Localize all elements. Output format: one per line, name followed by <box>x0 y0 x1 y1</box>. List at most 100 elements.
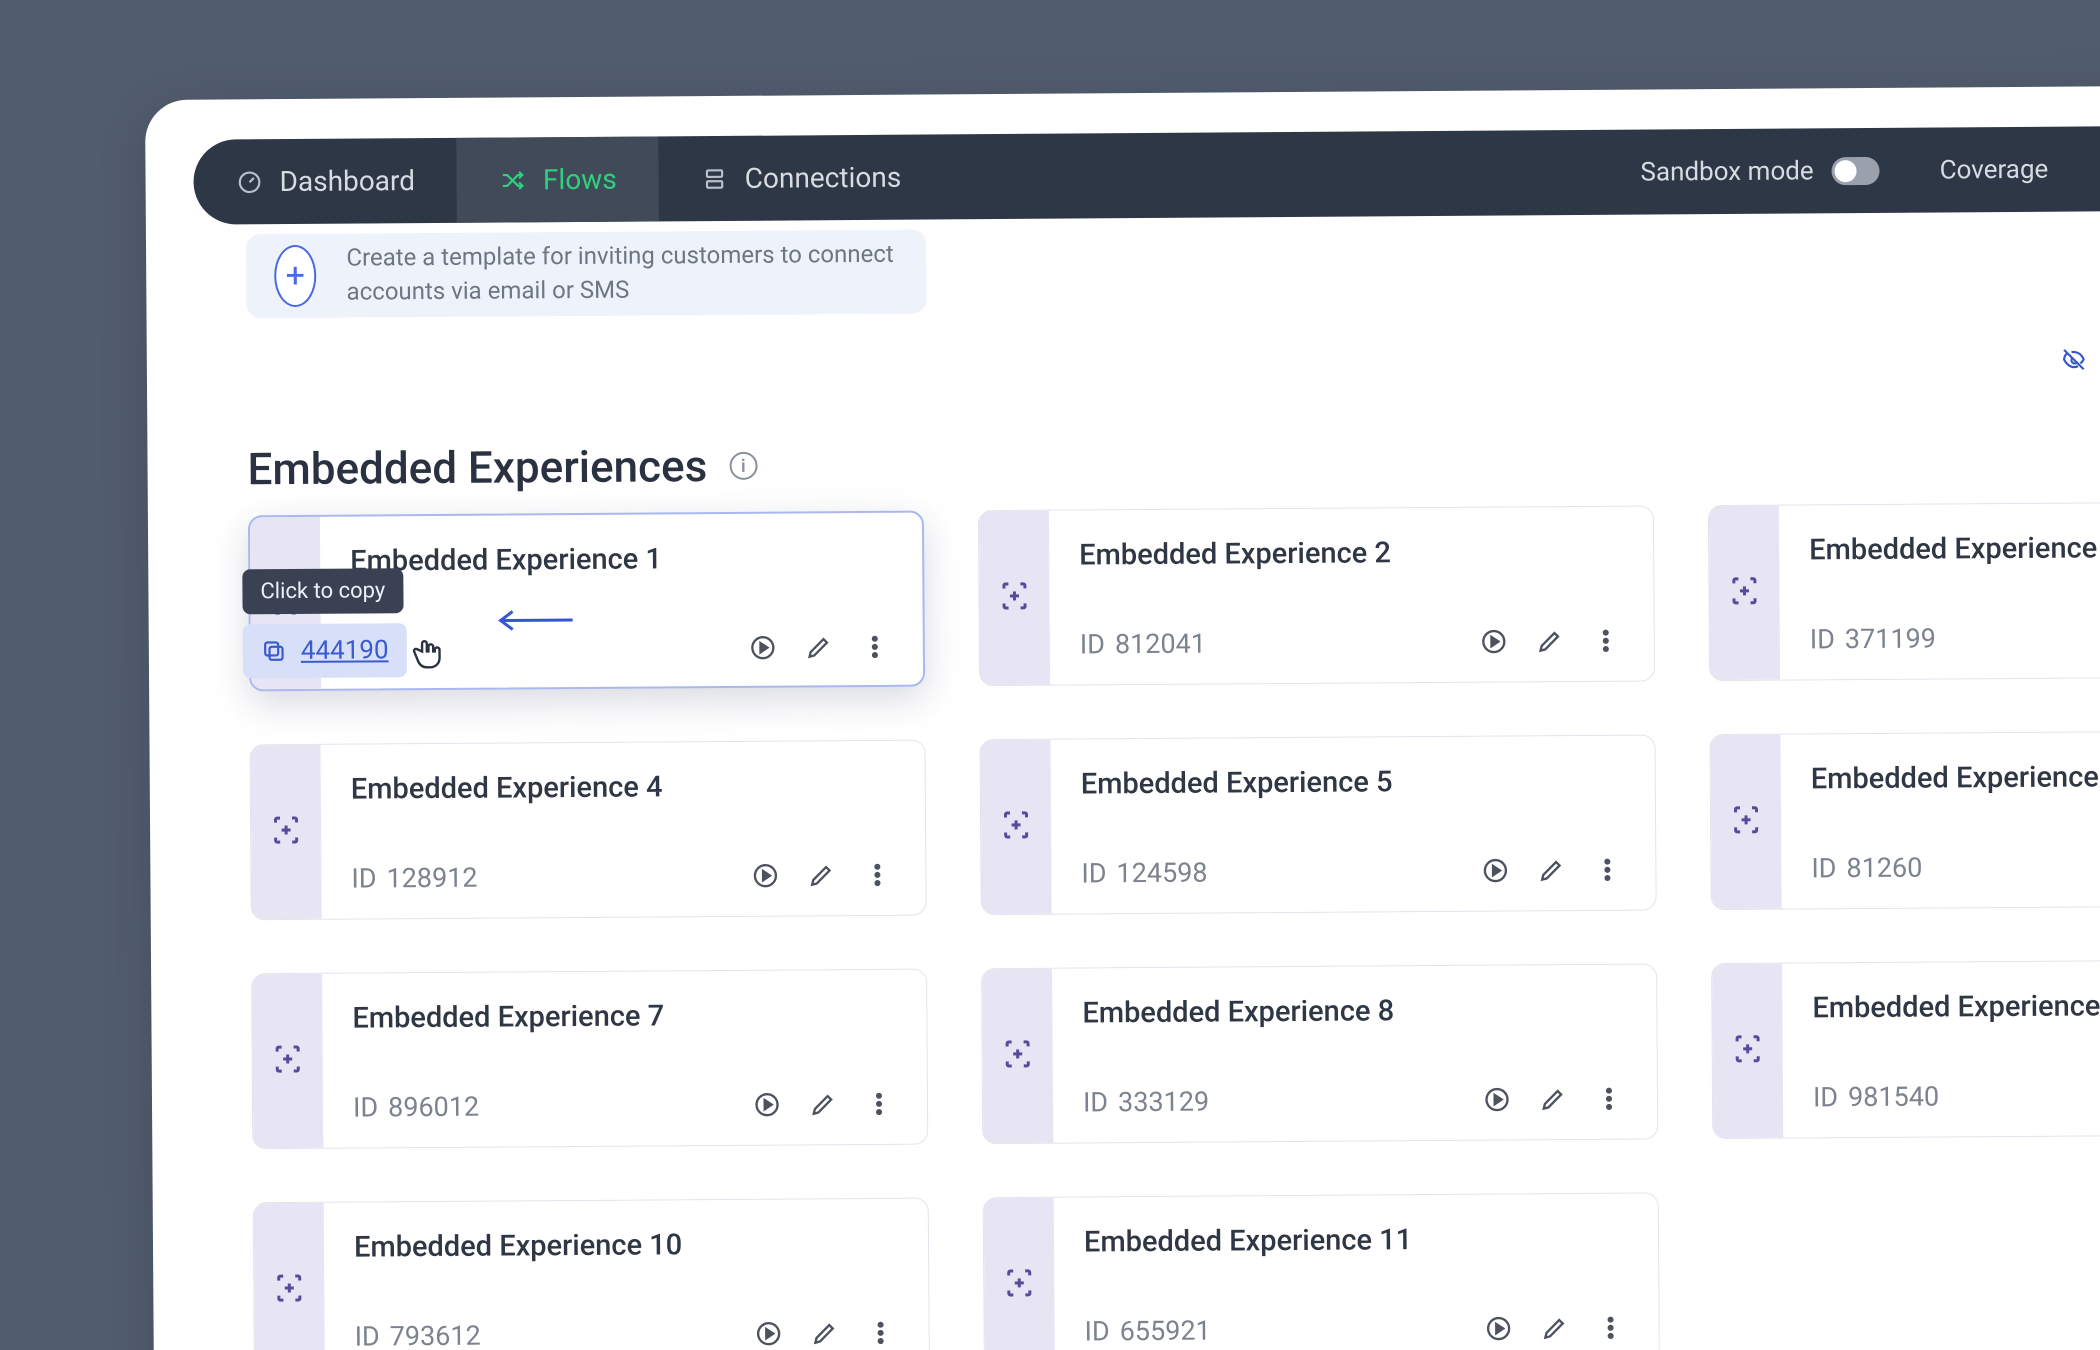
card-bottom: ID 793612 <box>355 1317 899 1350</box>
card-icon-strip <box>1712 964 1783 1138</box>
play-button[interactable] <box>1481 856 1509 884</box>
card-body: Embedded Experience 10 ID 793612 <box>324 1199 929 1350</box>
card-icon-strip <box>979 511 1050 685</box>
experience-card[interactable]: Embedded Experience 8 ID 333129 <box>981 963 1658 1144</box>
play-button[interactable] <box>1480 627 1508 655</box>
card-id[interactable]: ID 81260 <box>1811 852 1922 885</box>
embed-icon <box>1001 1265 1037 1305</box>
experience-card[interactable]: Embedded Experience 1 ID 81260 <box>1709 729 2100 910</box>
play-button[interactable] <box>749 634 777 662</box>
card-title: Embedded Experience 1 <box>350 541 892 579</box>
experience-card[interactable]: Embedded Experience 4 ID 128912 <box>250 740 927 921</box>
more-button[interactable] <box>865 1090 893 1118</box>
edit-button[interactable] <box>811 1319 839 1347</box>
plus-icon[interactable]: + <box>274 245 317 307</box>
edit-button[interactable] <box>805 633 833 661</box>
embed-icon <box>1728 802 1764 842</box>
card-title: Embedded Experience 7 <box>352 998 896 1036</box>
play-button[interactable] <box>751 862 779 890</box>
card-title: Embedded Experience 4 <box>351 769 895 807</box>
edit-button[interactable] <box>1539 1085 1567 1113</box>
experience-card[interactable]: Embedded Experience 2 ID 812041 <box>978 505 1655 686</box>
nav-coverage[interactable]: Coverage <box>1940 154 2049 185</box>
card-title: Embedded Experience 5 <box>1081 764 1625 802</box>
card-icon-strip <box>984 1198 1055 1350</box>
play-button[interactable] <box>755 1320 783 1348</box>
card-icon-strip <box>1709 506 1780 680</box>
hand-cursor-icon <box>408 634 446 676</box>
experience-card[interactable]: Embedded Experience 9 ID 981540 <box>1711 958 2100 1139</box>
card-actions <box>753 1090 897 1119</box>
card-icon-strip <box>980 740 1051 914</box>
card-id[interactable]: ID 128912 <box>351 862 477 895</box>
card-id[interactable]: ID 896012 <box>353 1091 479 1124</box>
embed-icon <box>270 1041 306 1081</box>
card-actions <box>755 1319 899 1348</box>
card-body: Embedded Experience 11 ID 655921 <box>1054 1193 1659 1350</box>
layers-icon <box>701 164 729 192</box>
card-id[interactable]: ID 812041 <box>1080 628 1206 661</box>
edit-button[interactable] <box>1537 856 1565 884</box>
card-actions <box>1481 856 1625 885</box>
play-button[interactable] <box>1485 1314 1513 1342</box>
card-bottom: ID 81260 <box>1811 849 2100 885</box>
card-actions <box>749 633 893 662</box>
nav-left: Dashboard Flows Connections <box>193 134 943 224</box>
edit-button[interactable] <box>1541 1314 1569 1342</box>
card-id[interactable]: ID 981540 <box>1813 1080 1939 1113</box>
nav-flows[interactable]: Flows <box>457 136 659 222</box>
nav-dashboard[interactable]: Dashboard <box>193 138 457 225</box>
cards-row-1: Embedded Experience 1 Embedded Experienc… <box>248 500 2100 691</box>
play-button[interactable] <box>1483 1085 1511 1113</box>
card-body: Embedded Experience 8 ID 333129 <box>1052 964 1657 1142</box>
section-title: Embedded Experiences <box>247 440 707 495</box>
card-id[interactable]: ID 124598 <box>1081 857 1207 890</box>
edit-button[interactable] <box>807 861 835 889</box>
card-bottom: ID 981540 <box>1813 1078 2100 1114</box>
experience-card[interactable]: Embedded Experience 10 ID 793612 <box>253 1198 930 1350</box>
edit-button[interactable] <box>809 1090 837 1118</box>
card-id[interactable]: ID 793612 <box>355 1320 481 1350</box>
more-button[interactable] <box>867 1319 895 1347</box>
embed-icon <box>1000 1036 1036 1076</box>
card-title: Embedded Experience 10 <box>354 1227 898 1265</box>
card-bottom: ID 896012 <box>353 1088 897 1124</box>
sandbox-toggle-group: Sandbox mode <box>1640 155 1879 187</box>
more-button[interactable] <box>861 633 889 661</box>
more-button[interactable] <box>1595 1085 1623 1113</box>
sandbox-toggle[interactable] <box>1832 156 1880 184</box>
embed-icon <box>268 812 304 852</box>
card-id[interactable]: ID 371199 <box>1810 623 1936 656</box>
copy-id-button[interactable]: 444190 <box>243 623 407 678</box>
card-icon-strip <box>252 974 323 1148</box>
card-body: Embedded Experience 2 ID 812041 <box>1049 506 1654 684</box>
more-button[interactable] <box>863 861 891 889</box>
card-icon-strip <box>982 969 1053 1143</box>
card-body: Embedded Experience 7 ID 896012 <box>322 970 927 1148</box>
info-icon[interactable]: i <box>729 452 757 480</box>
card-icon-strip <box>254 1203 325 1350</box>
card-icon-strip <box>251 745 322 919</box>
card-id[interactable]: ID 333129 <box>1083 1086 1209 1119</box>
eye-off-icon <box>2061 346 2087 378</box>
nav-connections[interactable]: Connections <box>658 134 943 221</box>
play-button[interactable] <box>753 1091 781 1119</box>
card-id[interactable]: ID 655921 <box>1085 1315 1211 1348</box>
create-template-text: Create a template for inviting customers… <box>346 238 898 309</box>
more-button[interactable] <box>1597 1314 1625 1342</box>
edit-button[interactable] <box>1536 627 1564 655</box>
card-title: Embedded Experience 9 <box>1812 988 2100 1026</box>
more-button[interactable] <box>1593 856 1621 884</box>
card-body: Embedded Experience 3 ID 371199 <box>1779 501 2100 679</box>
card-icon-strip <box>1710 735 1781 909</box>
create-template-card[interactable]: + Create a template for inviting custome… <box>246 230 927 319</box>
experience-card[interactable]: Embedded Experience 7 ID 896012 <box>251 969 928 1150</box>
experience-card[interactable]: Embedded Experience 11 ID 655921 <box>983 1192 1660 1350</box>
hide-demo-flows[interactable]: Hide Demo Flows <box>2061 345 2100 379</box>
card-bottom: ID 124598 <box>1081 854 1625 890</box>
experience-card[interactable]: Embedded Experience 5 ID 124598 <box>979 734 1656 915</box>
card-bottom: ID 655921 <box>1085 1312 1629 1348</box>
experience-card[interactable]: Embedded Experience 3 ID 371199 <box>1708 500 2100 681</box>
copy-icon <box>261 638 287 664</box>
more-button[interactable] <box>1592 627 1620 655</box>
